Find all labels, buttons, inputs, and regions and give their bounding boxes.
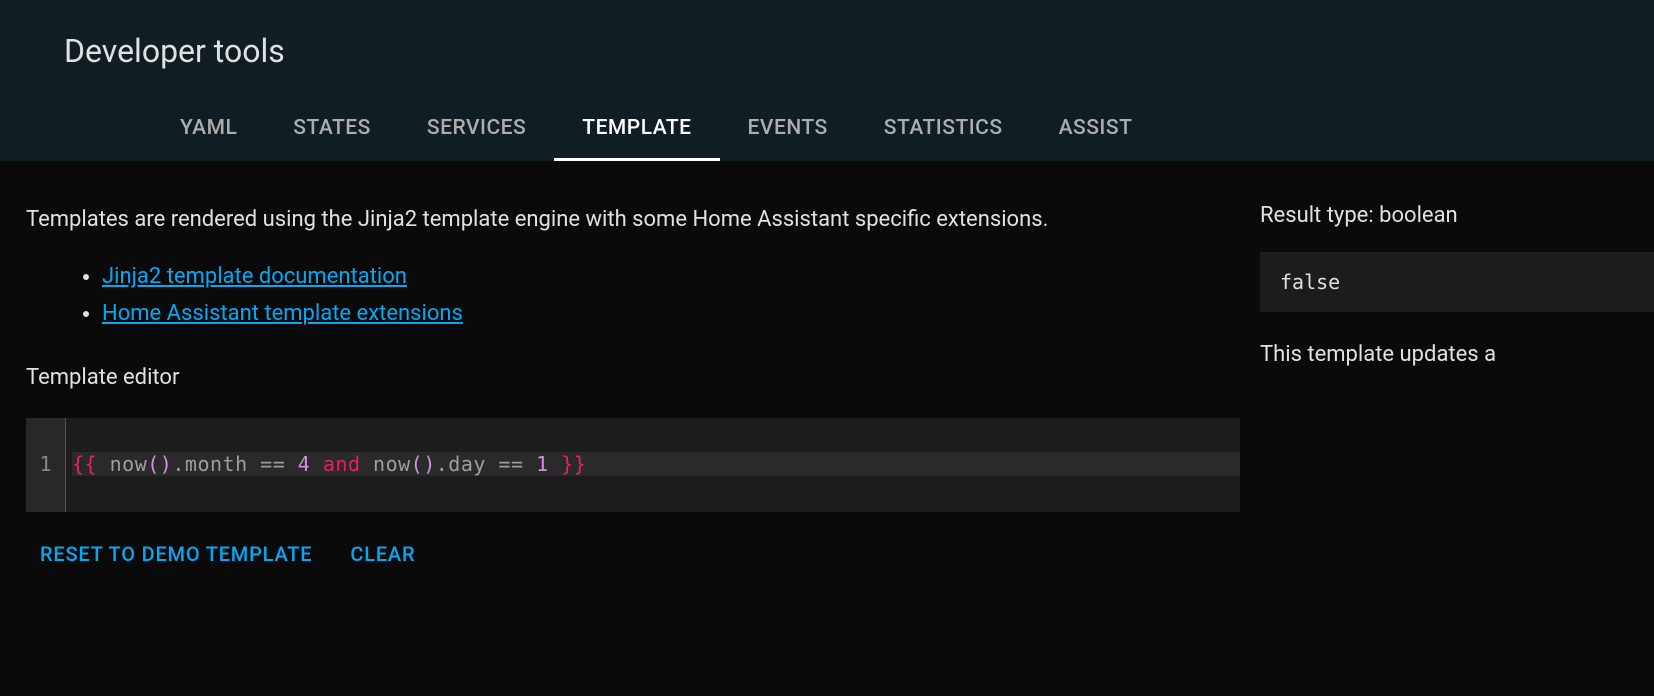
description-text: Templates are rendered using the Jinja2 … <box>26 203 1240 236</box>
list-item: Jinja2 template documentation <box>102 258 1240 295</box>
result-output: false <box>1260 252 1654 312</box>
jinja2-doc-link[interactable]: Jinja2 template documentation <box>102 264 407 289</box>
tab-services[interactable]: SERVICES <box>399 98 554 161</box>
editor-buttons: RESET TO DEMO TEMPLATE CLEAR <box>26 542 1240 566</box>
main-content: Templates are rendered using the Jinja2 … <box>0 161 1654 566</box>
code-line[interactable]: {{ now().month == 4 and now().day == 1 }… <box>72 452 1240 476</box>
update-info: This template updates a <box>1260 342 1654 367</box>
tab-yaml[interactable]: YAML <box>152 98 265 161</box>
tab-statistics[interactable]: STATISTICS <box>856 98 1031 161</box>
tab-template[interactable]: TEMPLATE <box>554 98 719 161</box>
tabs-container: YAML STATES SERVICES TEMPLATE EVENTS STA… <box>0 98 1654 161</box>
tab-events[interactable]: EVENTS <box>720 98 856 161</box>
header: Developer tools YAML STATES SERVICES TEM… <box>0 0 1654 161</box>
clear-button[interactable]: CLEAR <box>350 542 415 566</box>
reset-button[interactable]: RESET TO DEMO TEMPLATE <box>40 542 312 566</box>
list-item: Home Assistant template extensions <box>102 295 1240 332</box>
result-type-label: Result type: boolean <box>1260 203 1654 228</box>
tab-assist[interactable]: ASSIST <box>1031 98 1161 161</box>
editor-content[interactable]: {{ now().month == 4 and now().day == 1 }… <box>66 418 1240 512</box>
line-number: 1 <box>39 452 51 476</box>
page-title: Developer tools <box>0 0 1654 98</box>
tab-states[interactable]: STATES <box>265 98 399 161</box>
editor-label: Template editor <box>26 365 1240 390</box>
left-panel: Templates are rendered using the Jinja2 … <box>0 203 1260 566</box>
template-editor[interactable]: 1 {{ now().month == 4 and now().day == 1… <box>26 418 1240 512</box>
editor-gutter: 1 <box>26 418 66 512</box>
ha-extensions-link[interactable]: Home Assistant template extensions <box>102 301 463 326</box>
right-panel: Result type: boolean false This template… <box>1260 203 1654 566</box>
doc-links-list: Jinja2 template documentation Home Assis… <box>26 258 1240 333</box>
